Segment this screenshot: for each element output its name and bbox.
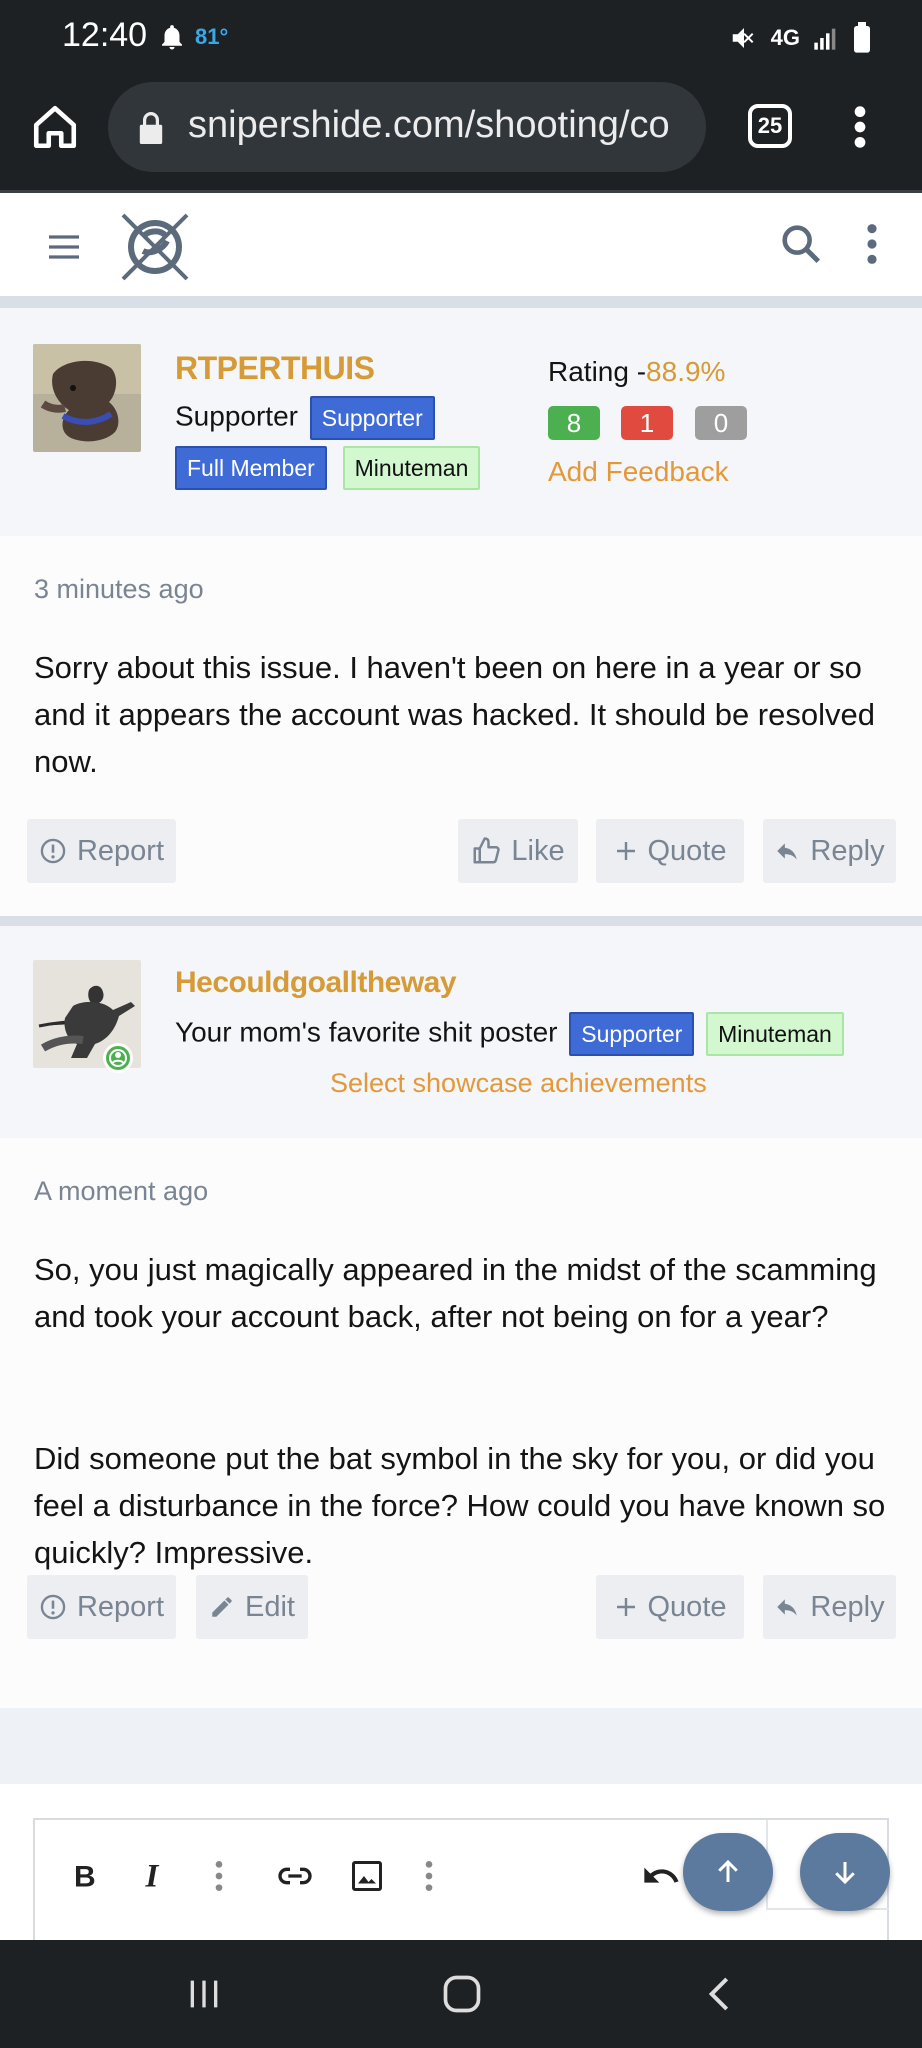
hamburger-menu-icon[interactable] <box>42 227 86 267</box>
report-button[interactable]: Report <box>27 1575 176 1639</box>
feedback-neutral[interactable]: 0 <box>695 406 747 440</box>
showcase-link[interactable]: Select showcase achievements <box>330 1068 707 1099</box>
bold-icon[interactable]: B <box>71 1856 101 1896</box>
report-icon <box>40 838 66 864</box>
report-label: Report <box>76 834 165 867</box>
user-title: Your mom's favorite shit poster <box>175 1016 558 1048</box>
battery-icon <box>854 22 870 53</box>
post-divider <box>0 916 922 926</box>
site-logo[interactable] <box>115 207 195 287</box>
home-button-icon[interactable] <box>440 1972 484 2016</box>
home-icon[interactable] <box>30 102 80 152</box>
signal-icon <box>814 28 836 50</box>
feedback-positive[interactable]: 8 <box>548 406 600 440</box>
quote-label: Quote <box>647 834 727 867</box>
like-label: Like <box>511 834 565 867</box>
user-badges-row: Full Member Minuteman <box>175 446 481 490</box>
rating-label: Rating - <box>548 356 647 387</box>
report-button[interactable]: Report <box>27 819 176 883</box>
username[interactable]: RTPERTHUIS <box>175 350 375 387</box>
thumbs-up-icon <box>473 837 501 864</box>
online-status-icon <box>103 1043 133 1073</box>
undo-icon[interactable] <box>641 1856 681 1896</box>
link-icon[interactable] <box>275 1856 315 1896</box>
edit-label: Edit <box>245 1590 295 1623</box>
user-title: Supporter <box>175 400 298 432</box>
site-menu-icon[interactable] <box>860 221 884 267</box>
site-header <box>0 190 922 296</box>
report-icon <box>40 1594 66 1620</box>
quote-button[interactable]: Quote <box>596 819 744 883</box>
italic-icon[interactable]: I <box>141 1856 171 1896</box>
browser-menu-icon[interactable] <box>845 104 875 150</box>
username[interactable]: Hecouldgoalltheway <box>175 966 457 1000</box>
system-icons: 4G <box>729 18 872 58</box>
lock-icon <box>139 112 163 144</box>
reply-button[interactable]: Reply <box>763 1575 896 1639</box>
badge-minuteman: Minuteman <box>706 1012 844 1056</box>
post-timestamp[interactable]: A moment ago <box>34 1176 208 1207</box>
image-icon[interactable] <box>349 1856 385 1896</box>
scroll-to-bottom-button[interactable] <box>800 1833 890 1911</box>
more-insert-options-icon[interactable] <box>421 1856 437 1896</box>
pencil-icon <box>212 1597 232 1617</box>
reply-icon <box>777 843 798 860</box>
badge-minuteman: Minuteman <box>342 446 481 490</box>
url-text: snipershide.com/shooting/co <box>188 104 670 146</box>
report-label: Report <box>76 1590 165 1623</box>
post-message-paragraph-1: So, you just magically appeared in the m… <box>34 1252 877 1334</box>
system-navigation-bar <box>0 1940 922 2048</box>
arrow-up-icon <box>718 1859 738 1882</box>
user-title-row: Your mom's favorite shit poster Supporte… <box>175 1012 844 1056</box>
status-temperature: 81° <box>195 24 229 49</box>
search-icon[interactable] <box>778 221 824 267</box>
user-title-row: Supporter Supporter <box>175 396 435 440</box>
reply-label: Reply <box>810 1590 885 1623</box>
badge-full-member: Full Member <box>175 446 327 490</box>
reply-button[interactable]: Reply <box>763 819 896 883</box>
header-separator <box>0 296 922 308</box>
notification-bell-icon <box>162 25 182 50</box>
post-body: A moment ago So, you just magically appe… <box>0 1138 922 1708</box>
reply-editor-area: B I <box>0 1784 922 1958</box>
mute-icon <box>732 28 754 48</box>
post-body: 3 minutes ago Sorry about this issue. I … <box>0 536 922 916</box>
address-bar[interactable]: snipershide.com/shooting/co <box>108 82 706 172</box>
scroll-to-top-button[interactable] <box>683 1833 773 1911</box>
badge-supporter: Supporter <box>309 396 435 440</box>
browser-toolbar: snipershide.com/shooting/co 25 <box>0 74 922 190</box>
status-time: 12:40 <box>62 16 148 54</box>
network-type-label: 4G <box>770 25 800 50</box>
rating: Rating -88.9% <box>548 356 725 388</box>
more-text-options-icon[interactable] <box>211 1856 227 1896</box>
post-message-paragraph-2: Did someone put the bat symbol in the sk… <box>34 1441 886 1570</box>
avatar[interactable] <box>33 344 141 452</box>
reply-label: Reply <box>810 834 885 867</box>
tab-switcher-button[interactable]: 25 <box>748 104 792 148</box>
post-user-block: Hecouldgoalltheway Your mom's favorite s… <box>0 926 922 1138</box>
status-bar: 12:40 81° 4G <box>0 0 922 74</box>
add-feedback-link[interactable]: Add Feedback <box>548 456 729 488</box>
plus-icon <box>616 842 635 860</box>
svg-text:B: B <box>74 1861 96 1894</box>
quote-button[interactable]: Quote <box>596 1575 744 1639</box>
arrow-down-icon <box>835 1862 855 1885</box>
rating-percent: 88.9% <box>646 356 726 387</box>
post-user-block: RTPERTHUIS Supporter Supporter Full Memb… <box>0 308 922 536</box>
reply-icon <box>777 1599 798 1616</box>
back-icon[interactable] <box>700 1972 740 2016</box>
post-message: Sorry about this issue. I haven't been o… <box>34 650 875 779</box>
plus-icon <box>616 1598 635 1616</box>
quote-label: Quote <box>647 1590 727 1623</box>
post-timestamp[interactable]: 3 minutes ago <box>34 574 204 605</box>
feedback-negative[interactable]: 1 <box>621 406 673 440</box>
edit-button[interactable]: Edit <box>196 1575 308 1639</box>
badge-supporter: Supporter <box>569 1012 695 1056</box>
recent-apps-icon[interactable] <box>184 1974 224 2014</box>
like-button[interactable]: Like <box>458 819 578 883</box>
svg-text:I: I <box>145 1859 160 1895</box>
